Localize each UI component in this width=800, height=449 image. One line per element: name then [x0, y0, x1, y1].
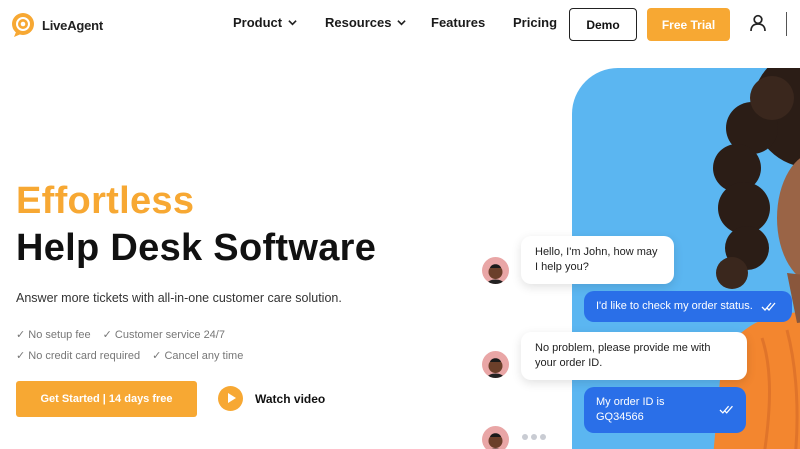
chat-message-text: My order ID is GQ34566 [596, 396, 665, 423]
nav-resources-label: Resources [325, 15, 392, 30]
check-cancel-any-time: ✓ Cancel any time [152, 350, 244, 362]
hero-subtitle: Answer more tickets with all-in-one cust… [16, 291, 342, 305]
double-check-icon [761, 302, 776, 311]
chevron-down-icon [288, 20, 297, 26]
chat-message-customer-2: My order ID is GQ34566 [584, 387, 746, 433]
check-no-setup-fee: ✓ No setup fee [16, 329, 91, 341]
agent-avatar [482, 426, 509, 449]
top-navigation: LiveAgent Product Resources Features Pri… [0, 0, 800, 48]
check-no-credit-card: ✓ No credit card required [16, 350, 141, 362]
get-started-button[interactable]: Get Started | 14 days free [16, 381, 197, 417]
logo-text: LiveAgent [42, 17, 104, 33]
nav-pricing-label: Pricing [513, 15, 558, 30]
hero-title-highlight: Effortless [16, 180, 195, 222]
header-divider [786, 12, 787, 36]
logo-icon [12, 13, 34, 37]
chevron-down-icon [397, 20, 407, 26]
play-icon [218, 386, 243, 411]
nav-product[interactable]: Product [233, 15, 297, 30]
nav-features-label: Features [431, 15, 486, 30]
check-customer-service: ✓ Customer service 24/7 [102, 329, 225, 341]
watch-video-label: Watch video [255, 391, 326, 406]
nav-pricing[interactable]: Pricing [513, 15, 557, 30]
nav-resources[interactable]: Resources [325, 15, 407, 30]
nav-product-label: Product [233, 15, 283, 30]
nav-features[interactable]: Features [431, 15, 485, 30]
chat-message-customer-1: I'd like to check my order status. [584, 291, 792, 322]
user-icon[interactable] [749, 14, 767, 32]
free-trial-button[interactable]: Free Trial [647, 8, 730, 41]
feature-checklist: ✓ No setup fee ✓ Customer service 24/7 ✓… [16, 325, 243, 367]
logo[interactable]: LiveAgent [10, 12, 103, 38]
double-check-icon [719, 405, 733, 414]
hero-title: Help Desk Software [16, 227, 377, 269]
agent-avatar [482, 257, 509, 284]
chat-message-agent-1: Hello, I'm John, how may I help you? [521, 236, 674, 284]
chat-message-agent-2: No problem, please provide me with your … [521, 332, 747, 380]
typing-indicator [522, 434, 546, 440]
chat-message-text: I'd like to check my order status. [596, 300, 753, 312]
page: LiveAgent Product Resources Features Pri… [0, 0, 800, 449]
watch-video-link[interactable]: Watch video [218, 386, 325, 411]
demo-button[interactable]: Demo [569, 8, 637, 41]
agent-avatar [482, 351, 509, 378]
